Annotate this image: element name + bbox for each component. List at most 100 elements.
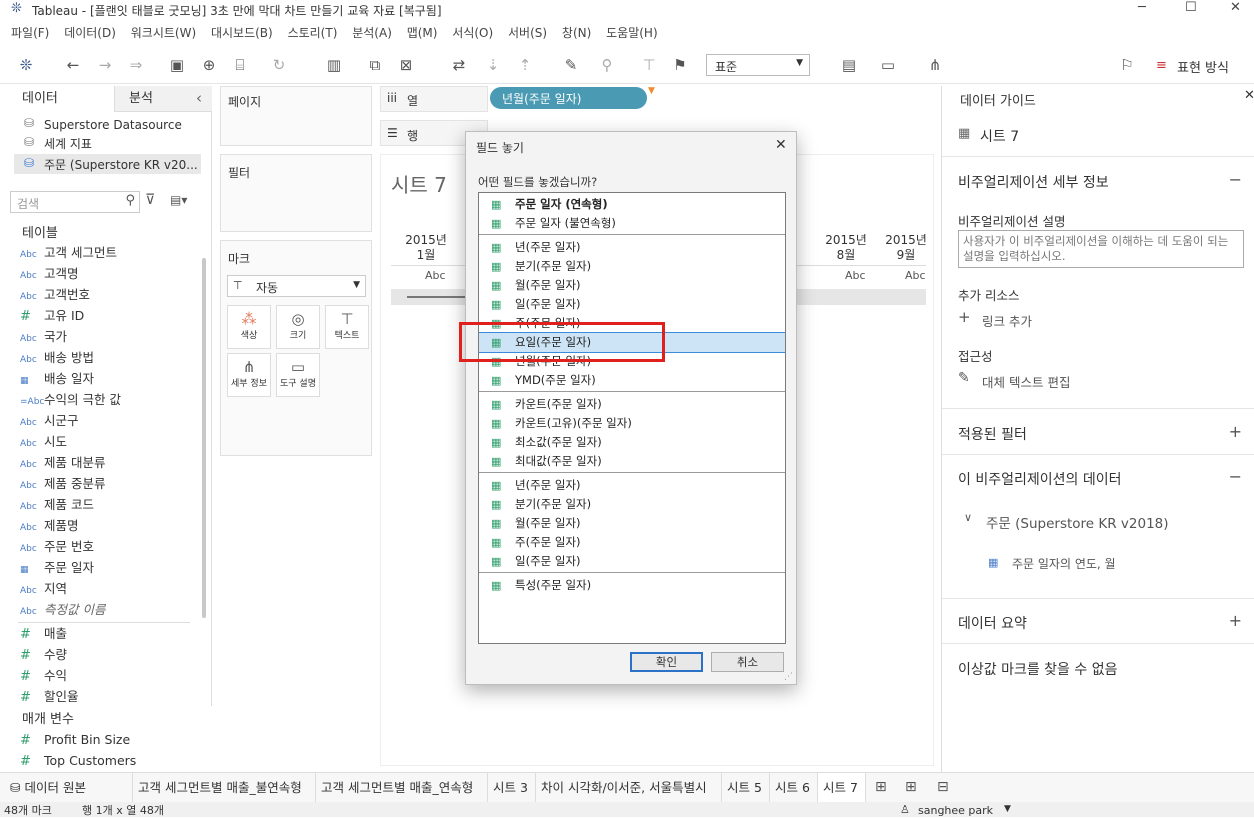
- expand-icon[interactable]: +: [1229, 611, 1242, 630]
- close-panel-icon[interactable]: ✕: [1244, 88, 1254, 103]
- field-option[interactable]: ▦ 년(주문 일자): [479, 238, 785, 257]
- user-name[interactable]: sanghee park: [918, 803, 993, 818]
- menu-worksheet[interactable]: 워크시트(W): [131, 22, 196, 44]
- field-item[interactable]: Abc 제품 대분류: [20, 452, 105, 473]
- sheet-tab[interactable]: 시트 3: [488, 773, 536, 803]
- search-input[interactable]: 검색 ⚲: [10, 191, 140, 213]
- pages-card[interactable]: 페이지: [220, 86, 372, 146]
- field-option[interactable]: ▦ 주(주문 일자): [479, 533, 785, 552]
- color-button[interactable]: ⁂ 색상: [227, 305, 271, 349]
- datasource-item[interactable]: Superstore Datasource: [44, 116, 182, 134]
- duplicate-icon[interactable]: ⧉: [364, 54, 386, 76]
- datasource-item[interactable]: 세계 지표: [44, 135, 92, 153]
- fit-select[interactable]: 표준 ▼: [706, 54, 810, 76]
- field-item[interactable]: ▦ 주문 일자: [20, 557, 94, 578]
- menu-format[interactable]: 서식(O): [452, 22, 493, 44]
- field-item[interactable]: Abc 시도: [20, 431, 67, 452]
- field-option[interactable]: ▦ 카운트(주문 일자): [479, 395, 785, 414]
- new-worksheet-tab-icon[interactable]: ⊞: [875, 779, 887, 795]
- field-option[interactable]: ▦ 특성(주문 일자): [479, 576, 785, 595]
- share-icon[interactable]: ⋔: [924, 54, 946, 76]
- menu-dashboard[interactable]: 대시보드(B): [211, 22, 273, 44]
- field-option[interactable]: ▦ 카운트(고유)(주문 일자): [479, 414, 785, 433]
- save-icon[interactable]: ▣: [166, 54, 188, 76]
- minimize-button[interactable]: ─: [1138, 0, 1146, 15]
- pin-icon[interactable]: ⚑: [669, 54, 691, 76]
- field-item[interactable]: Abc 제품 코드: [20, 494, 94, 515]
- redo-icon[interactable]: →: [94, 54, 116, 76]
- presentation-icon[interactable]: ▭: [877, 54, 899, 76]
- field-option[interactable]: ▦ 분기(주문 일자): [479, 257, 785, 276]
- resize-grip-icon[interactable]: ⋰: [784, 672, 793, 682]
- refresh-icon[interactable]: ↻: [268, 54, 290, 76]
- filter-icon[interactable]: ⊽: [145, 192, 155, 208]
- sheet-tab-active[interactable]: 시트 7: [818, 773, 866, 803]
- field-item[interactable]: Abc 고객 세그먼트: [20, 242, 117, 263]
- menu-story[interactable]: 스토리(T): [288, 22, 338, 44]
- new-story-tab-icon[interactable]: ⊟: [937, 779, 949, 795]
- tooltip-button[interactable]: ▭ 도구 설명: [276, 353, 320, 397]
- field-option[interactable]: ▦ 주문 일자 (연속형): [479, 195, 785, 214]
- field-option[interactable]: ▦ 일(주문 일자): [479, 295, 785, 314]
- viz-description-field[interactable]: 사용자가 이 비주얼리제이션을 이해하는 데 도움이 되는 설명을 입력하십시오…: [958, 230, 1244, 268]
- field-item[interactable]: Abc 국가: [20, 326, 67, 347]
- field-item[interactable]: Abc 시군구: [20, 410, 79, 431]
- undo-icon[interactable]: ←: [62, 54, 84, 76]
- menu-help[interactable]: 도움말(H): [606, 22, 658, 44]
- menu-map[interactable]: 맵(M): [407, 22, 438, 44]
- chevron-down-icon[interactable]: ▼: [1004, 802, 1011, 817]
- sort-desc-icon[interactable]: ⇡: [514, 54, 536, 76]
- field-item[interactable]: # 수익: [20, 665, 67, 686]
- highlight-icon[interactable]: ✎: [560, 54, 582, 76]
- labels-icon[interactable]: ⊤: [638, 54, 660, 76]
- edit-alt-text-button[interactable]: 대체 텍스트 편집: [982, 372, 1070, 391]
- field-item[interactable]: # 할인율: [20, 686, 79, 707]
- field-item[interactable]: Abc 측정값 이름: [20, 599, 105, 620]
- cards-icon[interactable]: ▤: [838, 54, 860, 76]
- group-icon[interactable]: ⚲: [596, 54, 618, 76]
- scrollbar[interactable]: [202, 258, 206, 618]
- field-option[interactable]: ▦ 최대값(주문 일자): [479, 452, 785, 471]
- field-item[interactable]: Abc 주문 번호: [20, 536, 94, 557]
- menu-server[interactable]: 서버(S): [508, 22, 547, 44]
- field-item[interactable]: # 수량: [20, 644, 67, 665]
- menu-data[interactable]: 데이터(D): [64, 22, 116, 44]
- sheet-tab[interactable]: 차이 시각화/이서준, 서울특별시: [536, 773, 722, 803]
- field-option[interactable]: ▦ YMD(주문 일자): [479, 371, 785, 390]
- sheet-tab[interactable]: 고객 세그먼트별 매출_불연속형: [133, 773, 316, 803]
- column-pill[interactable]: 년월(주문 일자): [490, 87, 647, 109]
- field-item[interactable]: Abc 배송 방법: [20, 347, 94, 368]
- size-button[interactable]: ◎ 크기: [276, 305, 320, 349]
- detail-button[interactable]: ⋔ 세부 정보: [227, 353, 271, 397]
- add-link-button[interactable]: 링크 추가: [982, 311, 1032, 330]
- tab-data-source[interactable]: ⛁ 데이터 원본: [0, 773, 133, 803]
- field-item[interactable]: Abc 제품명: [20, 515, 79, 536]
- collapse-icon[interactable]: −: [1229, 170, 1242, 189]
- sheet-tab[interactable]: 시트 5: [722, 773, 770, 803]
- sheet-tab[interactable]: 고객 세그먼트별 매출_연속형: [316, 773, 488, 803]
- new-datasource-icon[interactable]: ⊕: [198, 54, 220, 76]
- show-me-button[interactable]: 표현 방식: [1177, 57, 1229, 76]
- swap-icon[interactable]: ⇄: [448, 54, 470, 76]
- field-item[interactable]: # 매출: [20, 623, 67, 644]
- ok-button[interactable]: 확인: [630, 652, 703, 672]
- field-option[interactable]: ▦ 일(주문 일자): [479, 552, 785, 571]
- dialog-close-icon[interactable]: ✕: [775, 137, 787, 153]
- sort-asc-icon[interactable]: ⇣: [482, 54, 504, 76]
- show-me-icon[interactable]: ≡: [1156, 58, 1167, 73]
- field-item[interactable]: Abc 제품 중분류: [20, 473, 105, 494]
- new-worksheet-icon[interactable]: ▥: [323, 54, 345, 76]
- maximize-button[interactable]: ☐: [1185, 0, 1197, 15]
- menu-file[interactable]: 파일(F): [11, 22, 49, 44]
- field-item[interactable]: ▦ 배송 일자: [20, 368, 94, 389]
- field-item[interactable]: # 고유 ID: [20, 305, 84, 326]
- field-item[interactable]: =Abc수익의 극한 값: [20, 389, 121, 410]
- expand-icon[interactable]: +: [1229, 422, 1242, 441]
- sheet-tab[interactable]: 시트 6: [770, 773, 818, 803]
- view-options-icon[interactable]: ▤▾: [170, 193, 187, 207]
- chevron-down-icon[interactable]: ∨: [964, 511, 972, 524]
- new-dashboard-tab-icon[interactable]: ⊞: [905, 779, 917, 795]
- datasource-item-selected[interactable]: ⛁ 주문 (Superstore KR v20...: [14, 154, 201, 174]
- tab-data[interactable]: 데이터: [0, 86, 114, 112]
- tableau-home-icon[interactable]: ❊: [15, 54, 37, 76]
